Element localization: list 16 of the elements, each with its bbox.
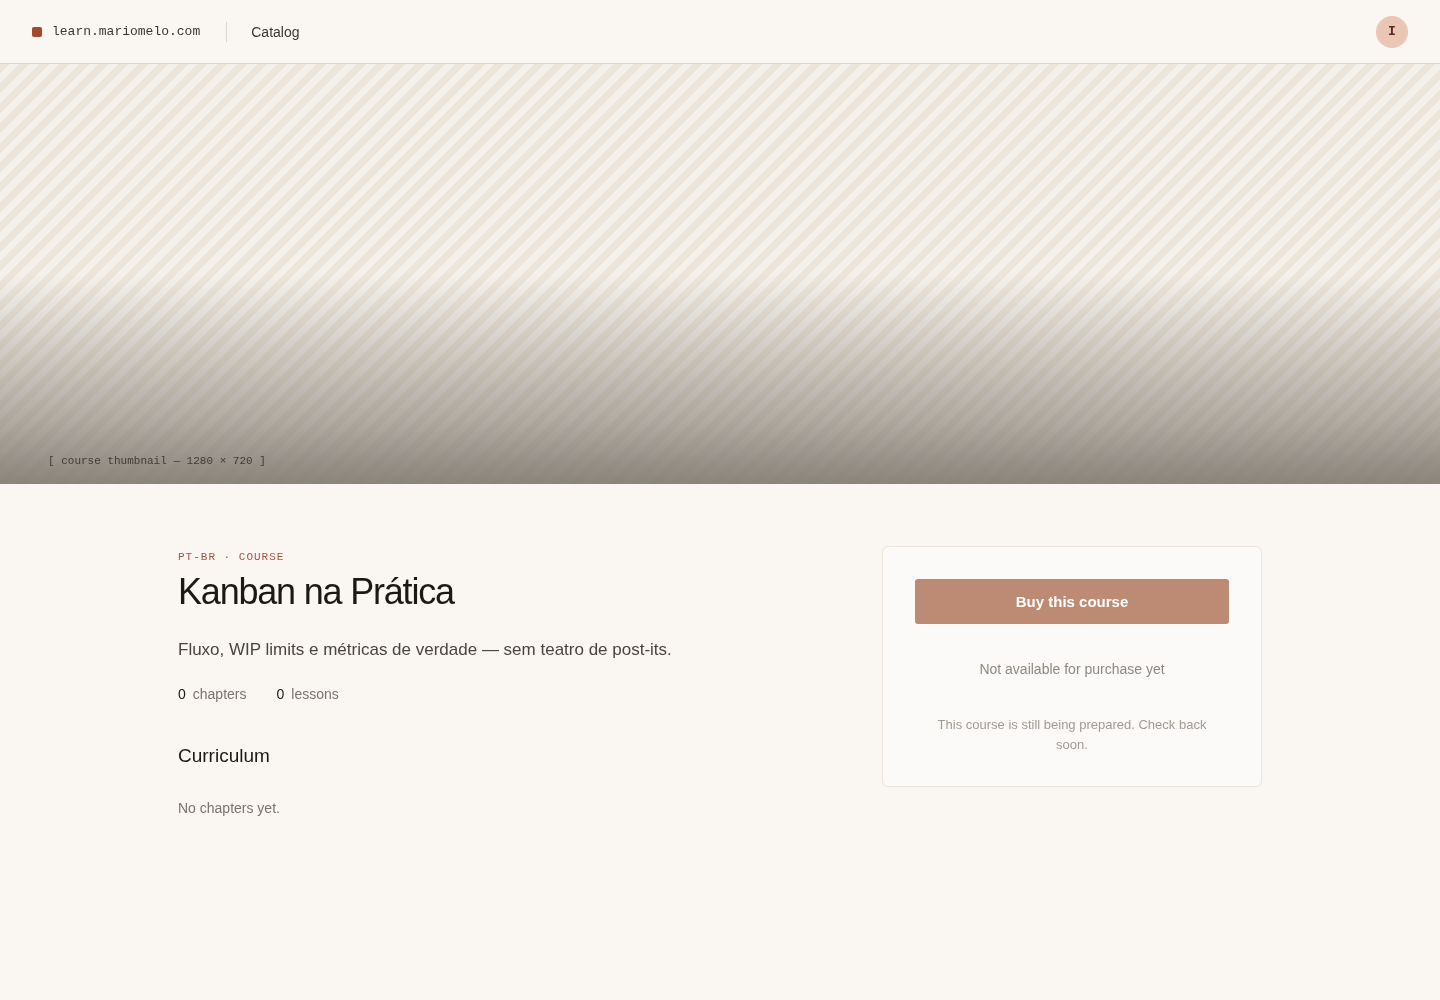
section-heading: Curriculum bbox=[178, 744, 271, 768]
stat-label: chapters bbox=[192, 686, 247, 702]
site-name: learn.mariomelo.com bbox=[52, 24, 201, 39]
stat-label: lessons bbox=[291, 686, 339, 702]
stat-count: 0 bbox=[276, 686, 285, 702]
course-title: Kanban na Prática bbox=[178, 570, 456, 614]
nav-link[interactable]: Catalog bbox=[251, 21, 300, 42]
course-tag: PT-BR · COURSE bbox=[178, 551, 285, 563]
empty-message: No chapters yet. bbox=[178, 800, 281, 816]
course-subtitle: Fluxo, WIP limits e métricas de verdade — sem teatro de post-its. bbox=[178, 639, 673, 661]
logo-icon bbox=[32, 26, 42, 37]
preparation-note: This course is still being prepared. Check back soon. bbox=[936, 716, 1208, 754]
availability-status: Not available for purchase yet bbox=[979, 661, 1165, 677]
user-avatar[interactable]: I bbox=[1376, 15, 1408, 48]
stat-count: 0 bbox=[178, 686, 186, 702]
thumbnail-caption: [ course thumbnail — 1280 × 720 ] bbox=[48, 455, 266, 467]
